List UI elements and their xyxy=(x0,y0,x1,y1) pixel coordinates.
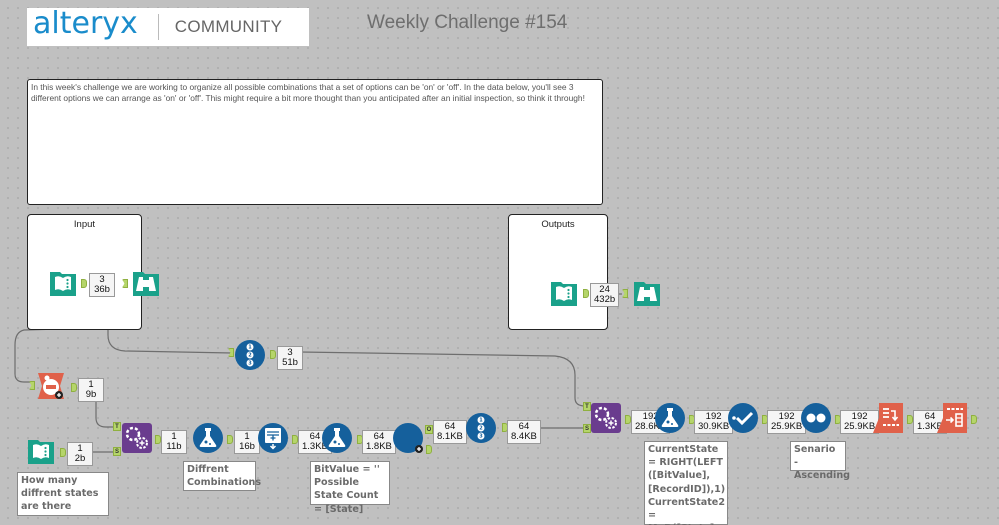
outputs-container[interactable]: Outputs xyxy=(508,214,608,330)
book-icon xyxy=(549,278,579,308)
macro-tool[interactable] xyxy=(393,423,423,453)
text-input-tool-1[interactable] xyxy=(48,268,78,298)
summarize-tool[interactable] xyxy=(36,371,66,401)
logo-brand: alteryx xyxy=(33,6,138,41)
record-count-badge: 1 9b xyxy=(78,378,104,402)
append-fields-tool-1[interactable] xyxy=(122,423,152,453)
logo-divider xyxy=(157,14,159,40)
input-anchor[interactable] xyxy=(622,289,628,298)
annotation-formula-1: Diffrent Combinations xyxy=(183,461,261,491)
macro-circle-icon xyxy=(393,423,423,453)
text-input-tool-3[interactable] xyxy=(26,436,56,466)
formula-tool-3[interactable] xyxy=(655,403,685,433)
record-count-badge: 3 51b xyxy=(277,346,303,370)
source-anchor[interactable]: S xyxy=(113,447,121,456)
book-icon xyxy=(26,436,56,466)
annotation-sort: Senario - Ascending xyxy=(790,441,850,481)
browse-tool-1[interactable] xyxy=(131,268,161,298)
record-id-icon xyxy=(235,340,265,370)
output-anchor[interactable] xyxy=(583,289,589,298)
input-container[interactable]: Input xyxy=(27,214,142,330)
logo-community: COMMUNITY xyxy=(174,17,283,36)
output-anchor[interactable] xyxy=(81,279,87,288)
challenge-title: Weekly Challenge #154 xyxy=(367,12,568,33)
record-count-badge: 1 2b xyxy=(67,442,93,466)
record-count-badge: 24 432b xyxy=(590,283,620,307)
record-id-tool-1[interactable] xyxy=(235,340,265,370)
text-input-tool-2[interactable] xyxy=(549,278,579,308)
book-icon xyxy=(48,268,78,298)
wire-recordid-to-append2 xyxy=(299,351,588,407)
outputs-container-title: Outputs xyxy=(541,219,575,230)
record-count-badge: 64 1.8KB xyxy=(362,430,396,454)
summarize-icon xyxy=(36,371,66,401)
formula-flask-icon xyxy=(193,423,223,453)
sort-tool[interactable] xyxy=(801,403,831,433)
output-anchor[interactable] xyxy=(227,435,233,444)
formula-tool-2[interactable] xyxy=(322,423,352,453)
append-icon xyxy=(122,423,152,453)
output-anchor[interactable] xyxy=(426,445,432,454)
formula-flask-icon xyxy=(655,403,685,433)
append-icon xyxy=(591,403,621,433)
output-anchor-o[interactable]: O xyxy=(425,425,433,434)
generate-rows-icon xyxy=(258,423,288,453)
input-anchor[interactable] xyxy=(228,348,234,357)
select-check-icon xyxy=(728,403,758,433)
challenge-description-comment[interactable]: In this week's challenge we are working … xyxy=(27,79,603,205)
output-anchor[interactable] xyxy=(71,383,77,392)
target-anchor[interactable]: T xyxy=(583,402,591,411)
annotation-formula-2: BitValue = '' Possible State Count = [St… xyxy=(310,461,390,515)
browse-tool-2[interactable] xyxy=(632,278,662,308)
annotation-text-input-3: How many diffrent states are there xyxy=(17,472,109,516)
output-anchor[interactable] xyxy=(971,415,977,424)
source-anchor[interactable]: S xyxy=(583,424,591,433)
append-fields-tool-2[interactable] xyxy=(591,403,621,433)
sort-icon xyxy=(801,403,831,433)
select-tool[interactable] xyxy=(728,403,758,433)
formula-tool-1[interactable] xyxy=(193,423,223,453)
record-count-badge: 1 11b xyxy=(161,430,187,454)
record-id-icon xyxy=(466,413,496,443)
formula-flask-icon xyxy=(322,423,352,453)
crosstab-tool[interactable] xyxy=(873,403,903,433)
crosstab-icon xyxy=(873,403,903,433)
target-anchor[interactable]: T xyxy=(113,422,121,431)
record-count-badge: 64 8.4KB xyxy=(507,420,541,444)
generate-rows-tool[interactable] xyxy=(258,423,288,453)
annotation-formula-3: CurrentState = RIGHT(LEFT ([BitValue], [… xyxy=(644,441,729,525)
transpose-tool[interactable] xyxy=(937,403,967,433)
binoculars-icon xyxy=(632,278,662,308)
binoculars-icon xyxy=(131,268,161,298)
record-count-badge: 1 16b xyxy=(234,430,260,454)
record-count-badge: 3 36b xyxy=(89,273,115,297)
alteryx-community-logo: alteryx COMMUNITY xyxy=(27,8,309,46)
input-container-title: Input xyxy=(73,219,96,230)
output-anchor[interactable] xyxy=(270,350,276,359)
input-anchor[interactable] xyxy=(29,381,35,390)
output-anchor[interactable] xyxy=(60,448,66,457)
transpose-icon xyxy=(937,403,967,433)
record-count-badge: 64 8.1KB xyxy=(433,420,467,444)
record-id-tool-2[interactable] xyxy=(466,413,496,443)
